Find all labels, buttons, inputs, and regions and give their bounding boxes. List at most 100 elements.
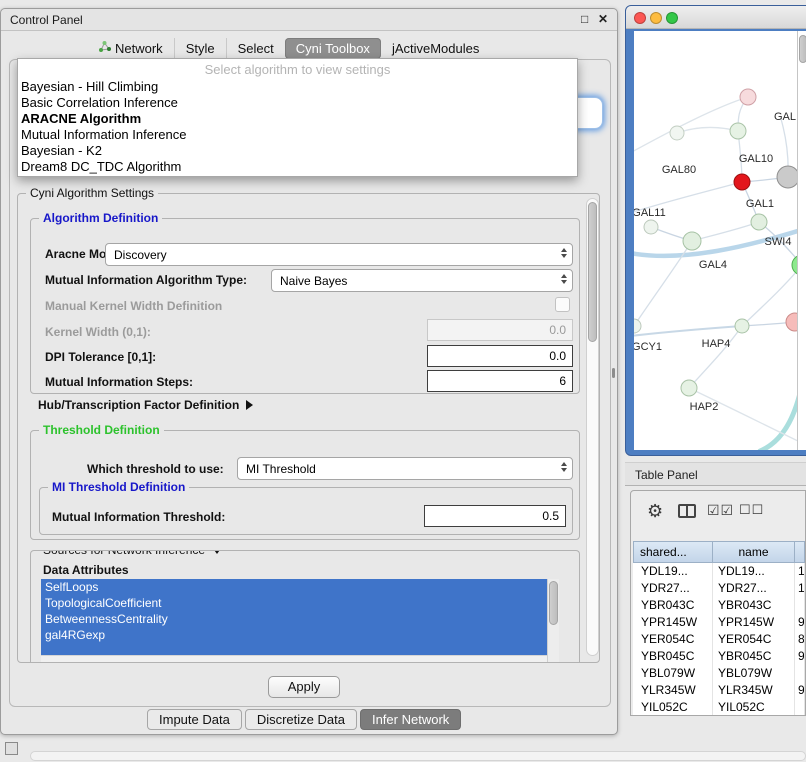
close-icon[interactable]: ✕ (598, 12, 608, 26)
table-row[interactable]: YBL079WYBL079W (633, 665, 805, 682)
data-attribute-item[interactable]: TopologicalCoefficient (41, 595, 559, 611)
data-attributes-listbox[interactable]: SelfLoopsTopologicalCoefficientBetweenne… (41, 579, 559, 662)
data-attribute-item-partial[interactable] (41, 643, 559, 655)
table-cell (795, 597, 805, 614)
tab-network[interactable]: Network (87, 37, 174, 59)
tab-impute-data[interactable]: Impute Data (147, 709, 242, 730)
data-attribute-item[interactable]: BetweennessCentrality (41, 611, 559, 627)
table-panel-header[interactable]: Table Panel (625, 462, 806, 486)
network-node[interactable] (777, 166, 797, 188)
splitter-handle[interactable] (612, 368, 615, 378)
table-row[interactable]: YPR145WYPR145W9. (633, 614, 805, 631)
data-attribute-item[interactable]: gal4RGexp (41, 627, 559, 643)
control-panel-titlebar[interactable]: Control Panel □ ✕ (1, 9, 617, 31)
network-node[interactable] (735, 319, 749, 333)
hub-definition-label: Hub/Transcription Factor Definition (38, 398, 239, 412)
network-node-label: GAL (774, 111, 796, 123)
tab-infer-network[interactable]: Infer Network (360, 709, 461, 730)
tab-discretize-data[interactable]: Discretize Data (245, 709, 357, 730)
which-threshold-select[interactable]: MI Threshold (237, 457, 573, 480)
settings-scrollbar-thumb[interactable] (588, 202, 597, 342)
table-row[interactable]: YIL052CYIL052C (633, 699, 805, 716)
table-cell: YDR27... (633, 580, 713, 597)
settings-scrollbar[interactable] (586, 198, 599, 656)
select-all-checkbox-icon[interactable]: ☑☑ (707, 502, 734, 519)
attributes-list-scrollbar[interactable] (547, 579, 559, 662)
traffic-light-close[interactable] (634, 12, 646, 24)
network-node[interactable] (740, 89, 756, 105)
table-window: ⚙ ☑☑ ☐☐ shared... name YDL19...YDL19...1… (630, 490, 806, 716)
tab-jactivemodules[interactable]: jActiveModules (381, 38, 490, 59)
tab-style[interactable]: Style (174, 38, 226, 59)
column-header-name[interactable]: name (713, 541, 795, 563)
which-threshold-label: Which threshold to use: (87, 462, 224, 476)
network-node[interactable] (730, 123, 746, 139)
algorithm-option[interactable]: Basic Correlation Inference (18, 95, 577, 111)
table-cell: YBR043C (713, 597, 795, 614)
network-canvas[interactable]: GALGAL80GAL10GAL11GAL1SWI4GAL4GCY1HAP4HA… (634, 31, 797, 450)
attributes-list-hscrollbar[interactable] (41, 655, 547, 662)
network-node[interactable] (683, 232, 701, 250)
tab-select[interactable]: Select (226, 38, 285, 59)
column-header-cut[interactable] (795, 541, 805, 563)
tab-cyni-toolbox[interactable]: Cyni Toolbox (285, 38, 381, 59)
algorithm-option[interactable]: Mutual Information Inference (18, 127, 577, 143)
traffic-light-zoom[interactable] (666, 12, 678, 24)
network-vscrollbar-thumb[interactable] (799, 35, 806, 63)
network-window-titlebar[interactable] (626, 6, 806, 29)
settings-group-title: Cyni Algorithm Settings (26, 186, 158, 200)
table-cell: YBL079W (633, 665, 713, 682)
table-cell: YLR345W (713, 682, 795, 699)
network-node[interactable] (734, 174, 750, 190)
gear-icon[interactable]: ⚙ (647, 501, 663, 522)
minimized-panel-icon[interactable] (5, 742, 18, 755)
sources-group-title[interactable]: Sources for Network Inference (39, 550, 226, 557)
network-labels-layer: GALGAL80GAL10GAL11GAL1SWI4GAL4GCY1HAP4HA… (634, 111, 796, 413)
float-window-icon[interactable]: □ (581, 12, 588, 26)
data-attribute-item[interactable]: SelfLoops (41, 579, 559, 595)
table-row[interactable]: YBR045CYBR045C9. (633, 648, 805, 665)
network-node-label: HAP4 (702, 338, 731, 350)
attributes-list-scrollbar-thumb[interactable] (549, 581, 558, 625)
hub-definition-header[interactable]: Hub/Transcription Factor Definition (38, 398, 253, 412)
dpi-tolerance-input[interactable]: 0.0 (427, 345, 573, 367)
network-node-label: HAP2 (690, 401, 719, 413)
algorithm-option[interactable]: Dream8 DC_TDC Algorithm (18, 159, 577, 175)
table-cell: YIL052C (713, 699, 795, 716)
clear-selection-icon[interactable]: ☐☐ (739, 502, 764, 518)
mi-steps-input[interactable]: 6 (427, 370, 573, 392)
mi-algorithm-type-select[interactable]: Naive Bayes (271, 269, 573, 292)
apply-button[interactable]: Apply (268, 676, 340, 698)
table-cell: YBR045C (713, 648, 795, 665)
table-row[interactable]: YDL19...YDL19...13 (633, 563, 805, 580)
mi-algorithm-type-value: Naive Bayes (280, 274, 347, 288)
network-edge (692, 222, 759, 241)
network-vscrollbar[interactable] (797, 31, 806, 450)
column-header-shared-name[interactable]: shared... (633, 541, 713, 563)
network-node-label: GCY1 (634, 341, 662, 353)
table-row[interactable]: YLR345WYLR345W9. (633, 682, 805, 699)
network-node[interactable] (670, 126, 684, 140)
mi-threshold-input[interactable]: 0.5 (424, 505, 566, 527)
traffic-light-minimize[interactable] (650, 12, 662, 24)
network-node[interactable] (786, 313, 797, 331)
mi-threshold-definition-group: MI Threshold Definition Mutual Informati… (39, 487, 573, 535)
algorithm-option[interactable]: Bayesian - K2 (18, 143, 577, 159)
network-node[interactable] (644, 220, 658, 234)
which-threshold-value: MI Threshold (246, 462, 316, 476)
algorithm-option[interactable]: ARACNE Algorithm (18, 111, 577, 127)
network-tab-icon (98, 40, 111, 56)
network-node[interactable] (751, 214, 767, 230)
algorithm-definition-group: Algorithm Definition Aracne Mode: Discov… (30, 218, 580, 394)
bottom-scrollbar[interactable] (30, 751, 806, 761)
columns-icon[interactable] (678, 504, 696, 523)
table-row[interactable]: YDR27...YDR27...12 (633, 580, 805, 597)
table-row[interactable]: YER054CYER054C8. (633, 631, 805, 648)
algorithm-option[interactable]: Bayesian - Hill Climbing (18, 79, 577, 95)
network-node[interactable] (634, 319, 641, 333)
table-row[interactable]: YBR043CYBR043C (633, 597, 805, 614)
manual-kernel-width-label: Manual Kernel Width Definition (45, 299, 222, 313)
threshold-definition-group: Threshold Definition Which threshold to … (30, 430, 580, 540)
network-node[interactable] (681, 380, 697, 396)
aracne-mode-select[interactable]: Discovery (105, 243, 573, 266)
